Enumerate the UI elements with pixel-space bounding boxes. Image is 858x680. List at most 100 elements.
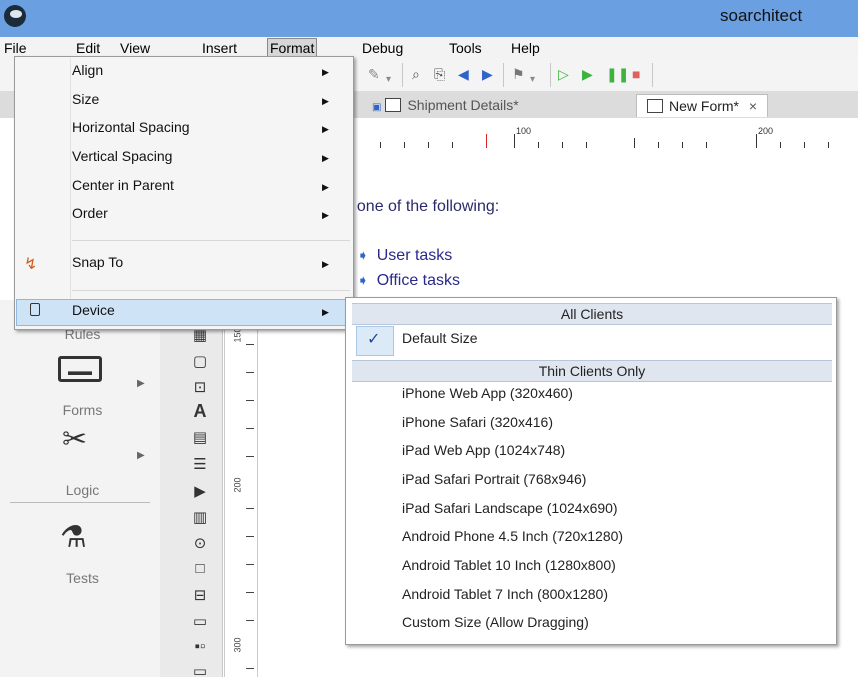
vruler-tick [246,620,254,621]
label-control-icon[interactable]: A [190,401,210,422]
menu-highlight [16,299,354,326]
menu-help[interactable]: Help [509,39,542,57]
submenu-arrow-icon: ▶ [322,182,329,192]
tab-label: Shipment Details* [407,97,519,113]
toolbar-separator [503,63,504,87]
tests-icon[interactable]: ⚗ [60,520,87,555]
menu-item-align[interactable]: Align [72,62,103,78]
sidebar-section-tests[interactable]: Tests [5,570,160,586]
stop-icon[interactable]: ■ [632,66,640,82]
menu-item-horizontal-spacing[interactable]: Horizontal Spacing [72,119,190,135]
device-ipad-web-app[interactable]: iPad Web App (1024x748) [402,442,565,458]
vruler-tick [246,428,254,429]
form-icon: ▣ [372,102,382,113]
app-logo-icon[interactable] [4,5,26,27]
forms-icon[interactable]: ▬▬ [58,356,102,382]
find-icon[interactable]: ⌕ [412,66,420,82]
menu-file[interactable]: File [2,39,29,57]
vruler-tick [246,564,254,565]
menu-separator [72,240,350,241]
tab-shipment-details[interactable]: ▣ Shipment Details* [372,94,519,116]
dropdown-icon[interactable]: ▾ [386,72,391,88]
button-control-icon[interactable]: ▪▫ [190,638,210,655]
submenu-arrow-icon: ▶ [322,96,329,106]
menu-item-size[interactable]: Size [72,91,99,107]
vruler-mark: 300 [232,637,243,653]
vruler-mark: 200 [232,477,243,493]
window-title: soarchitect [720,6,803,25]
menu-item-order[interactable]: Order [72,205,108,221]
link-label: Office tasks [376,272,461,289]
close-tab-icon[interactable]: × [749,98,757,114]
toolbar-separator [550,63,551,87]
menu-gutter [70,58,71,326]
menu-item-device[interactable]: Device [72,302,115,318]
header-thin-clients: Thin Clients Only [352,360,832,382]
chevron-right-icon[interactable]: ▶ [137,450,145,461]
menu-edit[interactable]: Edit [74,39,102,57]
sidebar-divider [10,502,150,503]
dropdown-icon[interactable]: ▾ [530,72,535,88]
brush-icon[interactable]: ✎ [368,66,380,82]
picture-control-icon[interactable]: ⊟ [190,586,210,604]
table-control-icon[interactable]: ▥ [190,508,210,526]
device-ipad-safari-portrait[interactable]: iPad Safari Portrait (768x946) [402,471,586,487]
menu-item-snap-to[interactable]: Snap To [72,254,123,270]
device-ipad-safari-landscape[interactable]: iPad Safari Landscape (1024x690) [402,500,618,516]
list-control-icon[interactable]: ☰ [190,455,210,473]
arrow-right-icon: ➧ [357,247,369,263]
image-control-icon[interactable]: ⊡ [190,378,210,396]
rectangle-control-icon[interactable]: □ [190,560,210,577]
device-custom-size[interactable]: Custom Size (Allow Dragging) [402,614,589,630]
vruler-tick [246,536,254,537]
device-android-tablet-7[interactable]: Android Tablet 7 Inch (800x1280) [402,586,608,602]
menu-format[interactable]: Format [267,38,318,58]
menu-view[interactable]: View [118,39,152,57]
link-label: User tasks [376,247,453,264]
back-icon[interactable]: ◀ [458,66,469,82]
textbox-control-icon[interactable]: ▢ [190,352,210,370]
menu-tools[interactable]: Tools [447,39,484,57]
ruler-mark: 200 [758,126,774,136]
panel-control-icon[interactable]: ▭ [190,662,210,680]
vruler-tick [246,668,254,669]
tab-new-form[interactable]: New Form* × [636,94,769,117]
submenu-arrow-icon: ▶ [322,210,329,220]
menu-insert[interactable]: Insert [200,39,239,57]
menu-debug[interactable]: Debug [360,39,405,57]
play-control-icon[interactable]: ▶ [190,482,210,500]
radio-control-icon[interactable]: ⊙ [190,534,210,552]
format-menu [14,56,354,330]
sidebar-section-forms[interactable]: Forms [5,402,160,418]
build-icon[interactable]: ⚑ [512,66,525,82]
header-all-clients: All Clients [352,303,832,325]
input-control-icon[interactable]: ▭ [190,612,210,630]
device-iphone-web-app[interactable]: iPhone Web App (320x460) [402,385,573,401]
office-tasks-link[interactable]: ➧ Office tasks [357,272,460,290]
forward-icon[interactable]: ▶ [482,66,493,82]
vruler-tick [246,592,254,593]
play-icon[interactable]: ▶ [582,66,593,82]
submenu-arrow-icon: ▶ [322,259,329,269]
logic-icon[interactable]: ✂ [62,422,87,457]
menu-item-vertical-spacing[interactable]: Vertical Spacing [72,148,172,164]
menu-item-center-in-parent[interactable]: Center in Parent [72,177,174,193]
sidebar-section-logic[interactable]: Logic [5,482,160,498]
ruler-mark: 100 [516,126,532,136]
tab-label: New Form* [669,98,740,114]
user-tasks-link[interactable]: ➧ User tasks [357,247,452,265]
form-control-icon[interactable]: ▤ [190,428,210,446]
device-android-phone[interactable]: Android Phone 4.5 Inch (720x1280) [402,528,623,544]
device-default-size[interactable]: Default Size [402,330,477,346]
replace-icon[interactable]: ⎘ [434,66,445,82]
play-outline-icon[interactable]: ▷ [558,66,569,82]
chevron-right-icon[interactable]: ▶ [137,378,145,389]
device-iphone-safari[interactable]: iPhone Safari (320x416) [402,414,553,430]
submenu-arrow-icon: ▶ [322,124,329,134]
pause-icon[interactable]: ❚❚ [606,66,629,82]
submenu-arrow-icon: ▶ [322,153,329,163]
device-icon [30,303,40,316]
ruler-tick [756,134,757,148]
device-android-tablet-10[interactable]: Android Tablet 10 Inch (1280x800) [402,557,616,573]
vruler-tick [246,400,254,401]
